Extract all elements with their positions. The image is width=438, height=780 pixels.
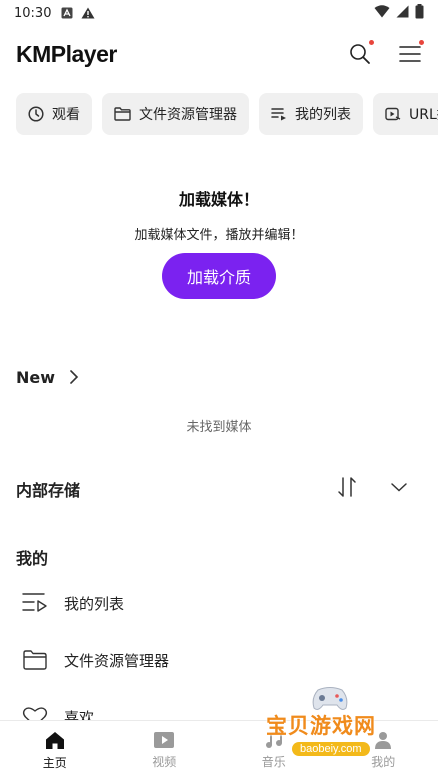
sort-icon[interactable] (336, 476, 358, 498)
no-media-message: 未找到媒体 (186, 420, 252, 435)
search-button[interactable] (346, 40, 374, 68)
mine-section-header: 我的 (16, 544, 422, 570)
chip-watch[interactable]: 观看 (16, 93, 92, 135)
notification-a-icon (61, 7, 73, 19)
list-item-my-list[interactable]: 我的列表 (22, 588, 124, 618)
warning-icon (81, 7, 95, 19)
menu-notification-dot (419, 40, 424, 45)
nav-video-label: 视频 (152, 755, 177, 769)
list-item-file-explorer-label: 文件资源管理器 (64, 651, 170, 670)
menu-button[interactable] (396, 40, 424, 68)
storage-section-title: 内部存储 (16, 481, 81, 500)
chip-url-play[interactable]: URL播 (373, 93, 438, 135)
nav-video[interactable]: 视频 (110, 721, 220, 780)
watermark-text: 宝贝游戏网 (266, 714, 376, 738)
watermark-url: baobeiy.com (292, 742, 370, 756)
playlist-icon (22, 593, 47, 612)
chip-watch-label: 观看 (52, 107, 80, 123)
chip-file-explorer-label: 文件资源管理器 (139, 107, 237, 123)
url-play-icon (385, 107, 401, 121)
storage-section-header[interactable]: 内部存储 (16, 476, 422, 502)
chip-my-list[interactable]: 我的列表 (259, 93, 363, 135)
watermark: 宝贝游戏网 baobeiy.com (262, 686, 412, 768)
new-section-header[interactable]: New (16, 364, 422, 390)
playlist-icon (271, 108, 286, 121)
clock-icon (28, 106, 44, 122)
list-item-file-explorer[interactable]: 文件资源管理器 (22, 645, 169, 675)
mine-section-title: 我的 (16, 549, 49, 568)
video-icon (154, 732, 175, 748)
folder-icon (23, 650, 47, 670)
battery-icon (415, 4, 424, 19)
app-header: KMPlayer (0, 30, 438, 78)
gamepad-icon (312, 687, 348, 710)
empty-state-title: 加载媒体！ (178, 190, 259, 209)
folder-icon (114, 107, 131, 121)
chevron-right-icon (70, 370, 79, 384)
new-section-title: New (16, 367, 56, 387)
chip-url-play-label: URL播 (409, 107, 438, 123)
status-bar: 10:30 (0, 0, 438, 26)
signal-icon (396, 5, 409, 18)
search-notification-dot (369, 40, 374, 45)
chip-my-list-label: 我的列表 (295, 107, 351, 123)
app-logo: KMPlayer (16, 40, 117, 67)
load-media-button[interactable]: 加载介质 (162, 253, 276, 299)
nav-home[interactable]: 主页 (0, 721, 110, 780)
menu-icon (399, 46, 421, 62)
quick-access-chips: 观看 文件资源管理器 我的列表 URL播 (16, 93, 438, 135)
empty-state-subtitle: 加载媒体文件，播放并编辑！ (134, 228, 304, 243)
home-icon (45, 731, 64, 749)
chevron-down-icon[interactable] (390, 481, 408, 493)
empty-state: 加载媒体！ 加载媒体文件，播放并编辑！ (0, 186, 438, 243)
wifi-icon (374, 5, 390, 18)
nav-home-label: 主页 (42, 755, 67, 770)
status-time: 10:30 (14, 5, 52, 21)
list-item-my-list-label: 我的列表 (64, 594, 125, 613)
search-icon (350, 44, 370, 64)
chip-file-explorer[interactable]: 文件资源管理器 (102, 93, 249, 135)
